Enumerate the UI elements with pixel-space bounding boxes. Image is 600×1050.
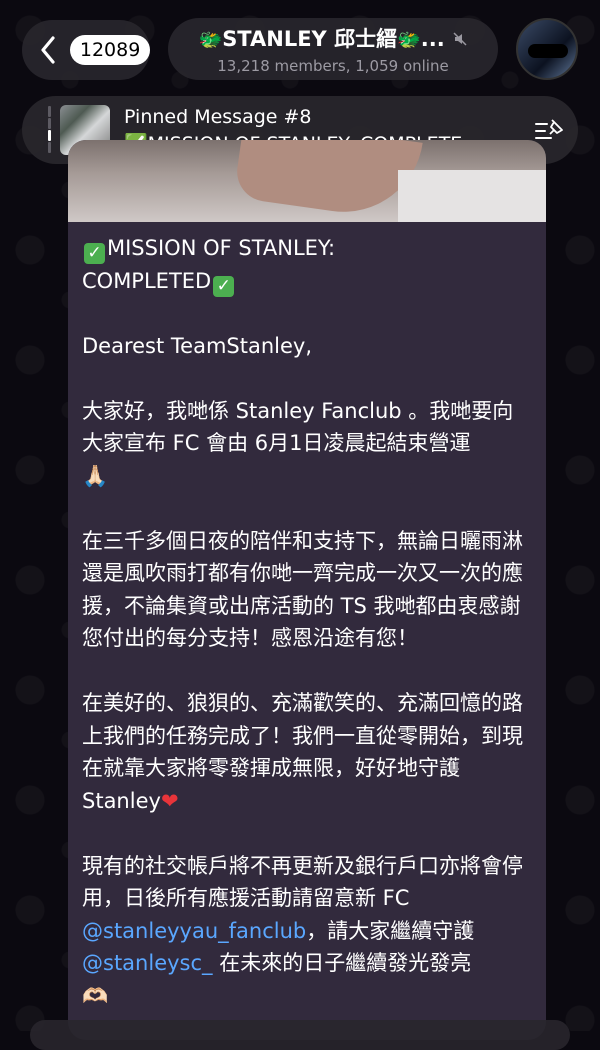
back-button[interactable]: 12089 <box>22 20 150 80</box>
chat-header: 12089 🐲STANLEY 邱士縉🐲... 13,218 members, 1… <box>0 0 600 98</box>
check-mark-emoji: ✓ <box>84 243 105 264</box>
unread-count-badge: 12089 <box>69 35 150 65</box>
message-bubble[interactable]: ✓ MISSION OF STANLEY: COMPLETED ✓ Dearest … <box>68 140 546 1040</box>
message-paragraph-3: 在美好的、狼狽的、充滿歡笑的、充滿回憶的路上我們的任務完成了！我們一直從零開始，… <box>82 691 523 813</box>
message-paragraph-1: 大家好，我哋係 Stanley Fanclub 。我哋要向大家宣布 FC 會由 … <box>82 398 514 488</box>
check-mark-emoji: ✓ <box>213 275 235 297</box>
dragon-emoji: 🐲 <box>198 29 223 51</box>
pinned-title: Pinned Message #8 <box>124 106 312 128</box>
message-text: ✓ MISSION OF STANLEY: COMPLETED ✓ Dearest … <box>82 232 532 1040</box>
chat-subtitle: 13,218 members, 1,059 online <box>217 57 449 75</box>
praying-hands-emoji: 🙏🏻 <box>82 463 109 488</box>
heart-hands-emoji: 🫶🏻 <box>82 983 109 1008</box>
chat-title-text: STANLEY 邱士縉 <box>222 27 398 51</box>
message-greeting: Dearest TeamStanley, <box>82 333 313 358</box>
heart-emoji: ❤ <box>160 788 179 813</box>
message-paragraph-2: 在三千多個日夜的陪伴和支持下，無論日曬雨淋還是風吹雨打都有你哋一齊完成一次又一次… <box>82 528 523 651</box>
message-photo[interactable] <box>68 140 546 223</box>
title-ellipsis: ... <box>420 27 445 51</box>
fanclub-link[interactable]: @stanleyyau_fanclub <box>82 919 306 943</box>
message-heading: ✓ MISSION OF STANLEY: COMPLETED ✓ <box>82 236 336 297</box>
chat-title-button[interactable]: 🐲STANLEY 邱士縉🐲... 13,218 members, 1,059 o… <box>168 18 498 80</box>
back-chevron-icon <box>40 35 62 65</box>
message-paragraph-4: 現有的社交帳戶將不再更新及銀行戶口亦將會停用，日後所有應援活動請留意新 FC @… <box>82 853 523 1008</box>
message-input-bar[interactable] <box>30 1020 570 1050</box>
stanley-link[interactable]: @stanleysc_ <box>82 951 213 975</box>
chat-title: 🐲STANLEY 邱士縉🐲... <box>168 26 498 54</box>
dragon-emoji: 🐲 <box>397 29 421 51</box>
mute-icon <box>449 32 468 50</box>
chat-avatar[interactable] <box>516 18 578 80</box>
pin-page-indicator <box>48 106 51 154</box>
